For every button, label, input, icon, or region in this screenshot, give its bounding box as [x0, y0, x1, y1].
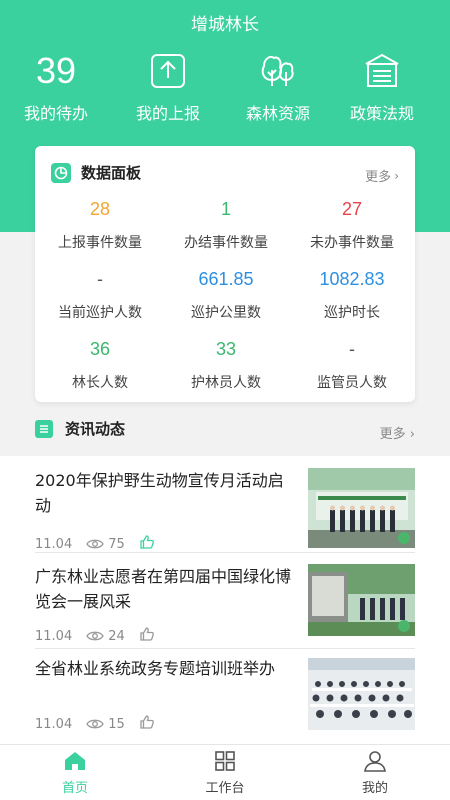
stat-value: 33 [215, 339, 237, 359]
tab-workbench[interactable]: 工作台 [150, 745, 300, 800]
stat-cell: 1 办结事件数量 [163, 198, 289, 252]
forest-resources-label: 森林资源 [245, 104, 310, 123]
news-more-link[interactable]: 更多 › [380, 423, 415, 442]
stat-label: 办结事件数量 [184, 235, 268, 251]
like-icon[interactable] [139, 626, 155, 646]
news-thumbnail [308, 468, 415, 548]
my-todo-label: 我的待办 [23, 104, 88, 123]
my-todo-button[interactable]: 39 我的待办 [0, 48, 112, 124]
stat-cell: 28 上报事件数量 [37, 198, 163, 252]
upload-icon [112, 48, 224, 94]
tab-profile[interactable]: 我的 [300, 745, 450, 800]
like-icon[interactable] [139, 534, 155, 554]
user-icon [363, 749, 387, 773]
policy-regulations-label: 政策法规 [349, 104, 414, 123]
news-item-meta: 11.04 75 [35, 534, 155, 554]
stat-label: 监管员人数 [317, 375, 387, 391]
stat-label: 巡护公里数 [191, 305, 261, 321]
news-item-title: 全省林业系统政务专题培训班举办 [35, 659, 276, 678]
dashboard-more-link[interactable]: 更多 › [365, 166, 399, 186]
stat-label: 林长人数 [72, 375, 128, 391]
stat-value: 27 [341, 199, 363, 219]
stat-cell: 661.85 巡护公里数 [163, 268, 289, 322]
news-item-date: 11.04 [35, 628, 73, 644]
stat-cell: 33 护林员人数 [163, 338, 289, 392]
app-title: 增城林长 [191, 15, 259, 35]
divider [35, 552, 415, 553]
stat-value: 1082.83 [319, 269, 385, 289]
stat-label: 巡护时长 [324, 305, 380, 321]
news-item[interactable]: 2020年保护野生动物宣传月活动启动 11.04 75 [0, 468, 450, 552]
stat-cell: 27 未办事件数量 [289, 198, 415, 252]
news-thumbnail [308, 564, 415, 636]
bottom-tab-bar: 首页 工作台 我的 [0, 744, 450, 800]
data-dashboard-card: 数据面板 更多 › 28 上报事件数量 1 办结事件数量 27 未办事件数量 - 当前巡护人数 6… [35, 146, 415, 402]
stat-label: 护林员人数 [191, 375, 261, 391]
stat-cell: 1082.83 巡护时长 [289, 268, 415, 322]
news-item-views: 15 [108, 716, 125, 732]
tree-icon [222, 48, 334, 94]
stat-value: 661.85 [198, 269, 254, 289]
news-list: 2020年保护野生动物宣传月活动启动 11.04 75 广东林业志愿者在第四届中… [0, 456, 450, 746]
tab-home[interactable]: 首页 [0, 745, 150, 800]
document-icon [326, 48, 438, 94]
tab-home-label: 首页 [61, 781, 88, 796]
stat-cell: - 监管员人数 [289, 338, 415, 392]
stat-value: 36 [89, 339, 111, 359]
news-item[interactable]: 全省林业系统政务专题培训班举办 11.04 15 [0, 656, 450, 736]
chevron-right-icon: › [394, 168, 399, 183]
news-section-title: 资讯动态 [65, 420, 126, 438]
forest-resources-button[interactable]: 森林资源 [222, 48, 334, 124]
stat-cell: 36 林长人数 [37, 338, 163, 392]
tab-workbench-label: 工作台 [205, 781, 245, 796]
dashboard-title: 数据面板 [81, 164, 142, 182]
my-report-label: 我的上报 [135, 104, 200, 123]
stat-label: 上报事件数量 [58, 235, 142, 251]
news-item-meta: 11.04 15 [35, 714, 155, 734]
eye-icon [86, 719, 104, 729]
news-item-date: 11.04 [35, 536, 73, 552]
news-item-meta: 11.04 24 [35, 626, 155, 646]
stat-label: 当前巡护人数 [58, 305, 142, 321]
my-report-button[interactable]: 我的上报 [112, 48, 224, 124]
policy-regulations-button[interactable]: 政策法规 [326, 48, 438, 124]
news-item-date: 11.04 [35, 716, 73, 732]
like-icon[interactable] [139, 714, 155, 734]
stat-value: - [349, 339, 355, 359]
eye-icon [86, 631, 104, 641]
dashboard-icon [51, 162, 71, 183]
news-item[interactable]: 广东林业志愿者在第四届中国绿化博览会一展风采 11.04 24 [0, 564, 450, 644]
grid-icon [213, 749, 237, 773]
stat-label: 未办事件数量 [310, 235, 394, 251]
stat-value: - [97, 269, 103, 289]
chevron-right-icon: › [405, 427, 415, 442]
stat-value: 28 [89, 199, 111, 219]
stat-value: 1 [220, 199, 231, 219]
news-icon [35, 419, 53, 438]
stat-cell: - 当前巡护人数 [37, 268, 163, 322]
news-item-title: 广东林业志愿者在第四届中国绿化博览会一展风采 [35, 567, 292, 611]
divider [35, 648, 415, 649]
home-icon [63, 749, 87, 773]
news-item-title: 2020年保护野生动物宣传月活动启动 [35, 471, 284, 515]
todo-count: 39 [35, 50, 77, 91]
eye-icon [86, 539, 104, 549]
tab-profile-label: 我的 [361, 781, 388, 796]
news-item-views: 24 [108, 628, 125, 644]
news-thumbnail [308, 658, 415, 730]
news-item-views: 75 [108, 536, 125, 552]
